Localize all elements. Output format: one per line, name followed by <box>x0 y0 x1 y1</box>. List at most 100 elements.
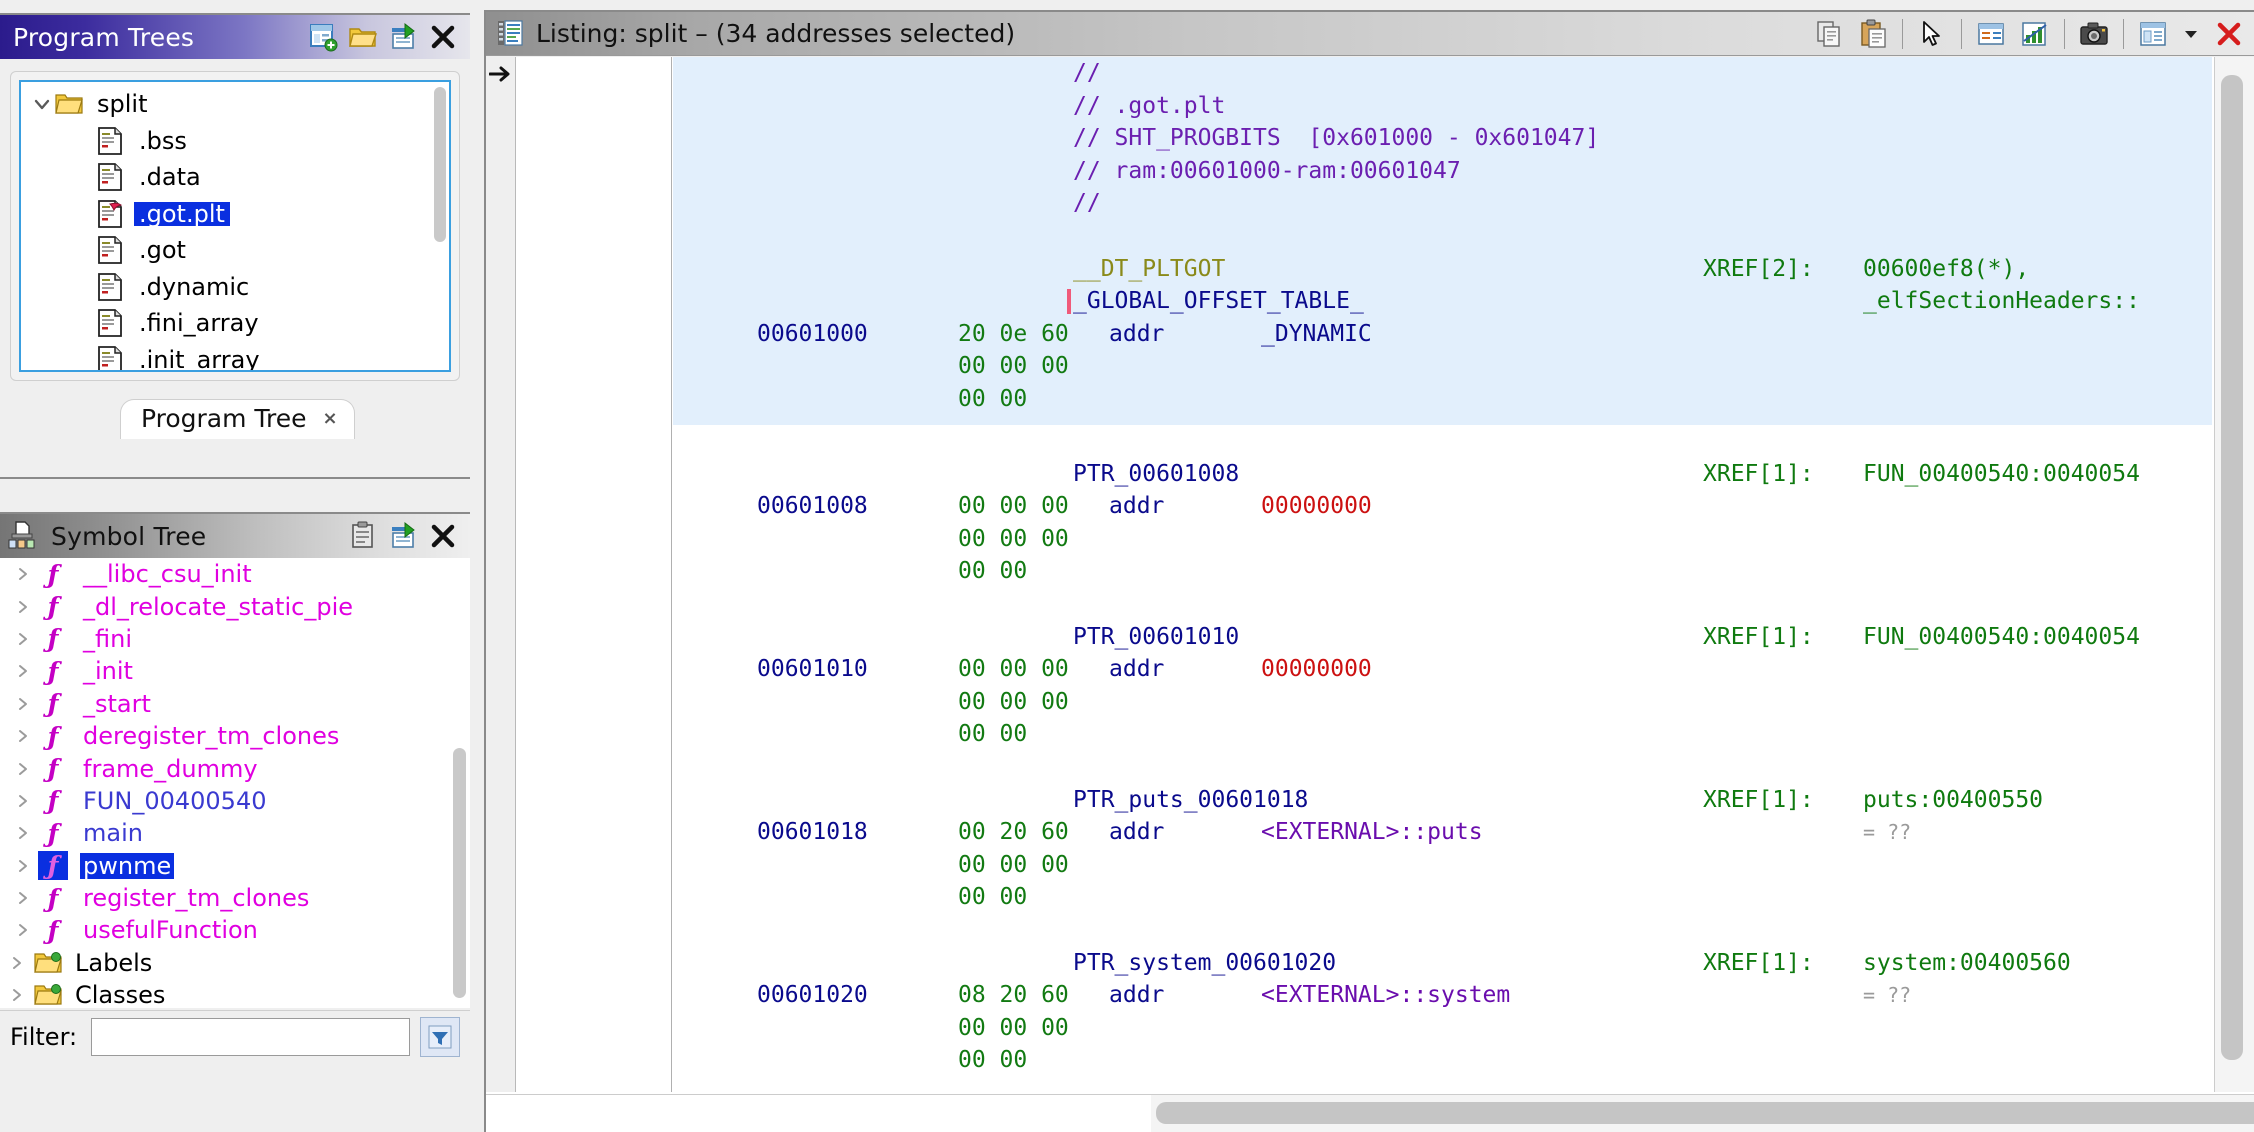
list-item[interactable]: ƒ __libc_csu_init <box>0 558 470 590</box>
operand-external[interactable]: <EXTERNAL>::puts <box>1261 816 1483 849</box>
chevron-right-icon[interactable] <box>8 761 38 777</box>
chevron-right-icon[interactable] <box>8 696 38 712</box>
close-icon[interactable] <box>2214 19 2244 49</box>
list-item[interactable]: ƒ _fini <box>0 623 470 655</box>
list-item[interactable]: ƒ _dl_relocate_static_pie <box>0 590 470 622</box>
clipboard-icon[interactable] <box>348 521 378 551</box>
chevron-right-icon[interactable] <box>8 663 38 679</box>
tree-row-init-array[interactable]: .init_array <box>21 342 431 370</box>
list-item[interactable]: ƒ deregister_tm_clones <box>0 720 470 752</box>
cursor-arrow-icon[interactable] <box>1917 19 1947 49</box>
code-line-label[interactable]: PTR_puts_00601018 XREF[1]: puts:00400550 <box>673 784 2212 817</box>
label-ptr[interactable]: PTR_00601010 <box>1073 621 1239 654</box>
tree-row-fini-array[interactable]: .fini_array <box>21 305 431 342</box>
symbol-tree-list[interactable]: ƒ __libc_csu_init ƒ _dl_relocate_static_… <box>0 558 470 1008</box>
tree-row-data[interactable]: .data <box>21 159 431 196</box>
code-line-label[interactable]: PTR_system_00601020 XREF[1]: system:0040… <box>673 947 2212 980</box>
code-line-instruction[interactable]: 00601018 00 20 60 addr <EXTERNAL>::puts … <box>673 816 2212 849</box>
chevron-right-icon[interactable] <box>8 728 38 744</box>
listing-block-selected[interactable]: // // .got.plt // SHT_PROGBITS [0x601000… <box>673 57 2212 425</box>
diff-view-icon[interactable] <box>2020 19 2050 49</box>
snapshot-icon[interactable] <box>2079 19 2109 49</box>
code-line-instruction[interactable]: 00601010 00 00 00 addr 00000000 <box>673 653 2212 686</box>
operand-zero[interactable]: 00000000 <box>1261 653 1372 686</box>
address[interactable]: 00601008 <box>757 490 868 523</box>
listing-block[interactable]: PTR_00601010 XREF[1]: FUN_00400540:00400… <box>673 588 2212 751</box>
list-item[interactable]: ƒ _init <box>0 655 470 687</box>
code-line-instruction[interactable]: 00601000 20 0e 60 addr _DYNAMIC <box>673 318 2212 351</box>
mnemonic[interactable]: addr <box>1109 490 1164 523</box>
chevron-right-icon[interactable] <box>8 858 38 874</box>
edit-fields-icon[interactable] <box>2138 19 2168 49</box>
chevron-right-icon[interactable] <box>0 987 34 1003</box>
program-tree-scroll-thumb[interactable] <box>434 87 446 242</box>
tree-row-got[interactable]: .got <box>21 232 431 269</box>
list-item[interactable]: ƒ register_tm_clones <box>0 882 470 914</box>
xref-value[interactable]: 00600ef8(*), <box>1863 253 2029 286</box>
label-ptr[interactable]: PTR_system_00601020 <box>1073 947 1336 980</box>
tab-program-tree[interactable]: Program Tree × <box>120 399 355 439</box>
address[interactable]: 00601010 <box>757 653 868 686</box>
mnemonic[interactable]: addr <box>1109 816 1164 849</box>
xref-value[interactable]: FUN_00400540:0040054 <box>1863 621 2140 654</box>
listing-block[interactable]: PTR_00601008 XREF[1]: FUN_00400540:00400… <box>673 425 2212 588</box>
chevron-right-icon[interactable] <box>8 890 38 906</box>
label-ptr[interactable]: PTR_puts_00601018 <box>1073 784 1308 817</box>
mnemonic[interactable]: addr <box>1109 653 1164 686</box>
xref-value[interactable]: system:00400560 <box>1863 947 2071 980</box>
chevron-right-icon[interactable] <box>8 922 38 938</box>
chevron-right-icon[interactable] <box>8 599 38 615</box>
operand[interactable]: _DYNAMIC <box>1261 318 1372 351</box>
mnemonic[interactable]: addr <box>1109 979 1164 1012</box>
xref-value[interactable]: FUN_00400540:0040054 <box>1863 458 2140 491</box>
listing-block-partial[interactable]: PTR_printf_00601028 XREF[1]: printf:0040… <box>673 1077 2212 1092</box>
close-icon[interactable] <box>428 521 458 551</box>
code-line-instruction[interactable]: 00601008 00 00 00 addr 00000000 <box>673 490 2212 523</box>
symbol-tree-scroll-thumb[interactable] <box>453 748 466 998</box>
list-item[interactable]: ƒ main <box>0 817 470 849</box>
address[interactable]: 00601018 <box>757 816 868 849</box>
chevron-down-icon[interactable] <box>2182 19 2200 49</box>
chevron-down-icon[interactable] <box>29 91 55 117</box>
tree-row-bss[interactable]: .bss <box>21 123 431 160</box>
code-line-label[interactable]: __DT_PLTGOT XREF[2]: 00600ef8(*), <box>673 253 2212 286</box>
tree-row-dynamic[interactable]: .dynamic <box>21 269 431 306</box>
chevron-right-icon[interactable] <box>0 955 34 971</box>
label-ptr[interactable]: PTR_00601008 <box>1073 458 1239 491</box>
label-global-offset-table[interactable]: _GLOBAL_OFFSET_TABLE_ <box>1073 285 1364 318</box>
address[interactable]: 00601020 <box>757 979 868 1012</box>
filter-options-icon[interactable] <box>420 1016 460 1057</box>
close-icon[interactable] <box>428 22 458 52</box>
list-item[interactable]: Labels <box>0 947 470 979</box>
list-item[interactable]: ƒ FUN_00400540 <box>0 785 470 817</box>
tree-row-root[interactable]: split <box>21 86 431 123</box>
chevron-right-icon[interactable] <box>8 566 38 582</box>
paste-icon[interactable] <box>1858 19 1888 49</box>
tab-close-icon[interactable]: × <box>323 408 338 429</box>
listing-code[interactable]: // // .got.plt // SHT_PROGBITS [0x601000… <box>673 57 2212 1092</box>
listing-block[interactable]: PTR_system_00601020 XREF[1]: system:0040… <box>673 914 2212 1077</box>
chevron-right-icon[interactable] <box>8 825 38 841</box>
list-item[interactable]: ƒ frame_dummy <box>0 752 470 784</box>
xref-value[interactable]: _elfSectionHeaders:: <box>1863 285 2140 318</box>
listing-body[interactable]: // // .got.plt // SHT_PROGBITS [0x601000… <box>486 57 2254 1132</box>
code-line-label[interactable]: PTR_00601008 XREF[1]: FUN_00400540:00400… <box>673 458 2212 491</box>
chevron-right-icon[interactable] <box>8 793 38 809</box>
open-folder-icon[interactable] <box>348 22 378 52</box>
xref-value[interactable]: puts:00400550 <box>1863 784 2043 817</box>
tree-row-got-plt[interactable]: .got.plt <box>21 196 431 233</box>
collapse-tree-icon[interactable] <box>388 22 418 52</box>
list-item[interactable]: ƒ usefulFunction <box>0 914 470 946</box>
collapse-tree-icon[interactable] <box>388 521 418 551</box>
listing-horizontal-scroll-thumb[interactable] <box>1156 1102 2254 1124</box>
copy-icon[interactable] <box>1814 19 1844 49</box>
listing-vertical-scrollbar[interactable] <box>2214 57 2254 1092</box>
code-line-label[interactable]: _GLOBAL_OFFSET_TABLE_ _elfSectionHeaders… <box>673 285 2212 318</box>
chevron-right-icon[interactable] <box>8 631 38 647</box>
code-line-instruction[interactable]: 00601020 08 20 60 addr <EXTERNAL>::syste… <box>673 979 2212 1012</box>
program-tree-scrollbar[interactable] <box>433 85 447 370</box>
list-item[interactable]: Classes <box>0 979 470 1008</box>
operand-external[interactable]: <EXTERNAL>::system <box>1261 979 1510 1012</box>
listing-horizontal-scrollbar[interactable] <box>486 1094 2254 1132</box>
listing-vertical-scroll-thumb[interactable] <box>2221 75 2243 1060</box>
